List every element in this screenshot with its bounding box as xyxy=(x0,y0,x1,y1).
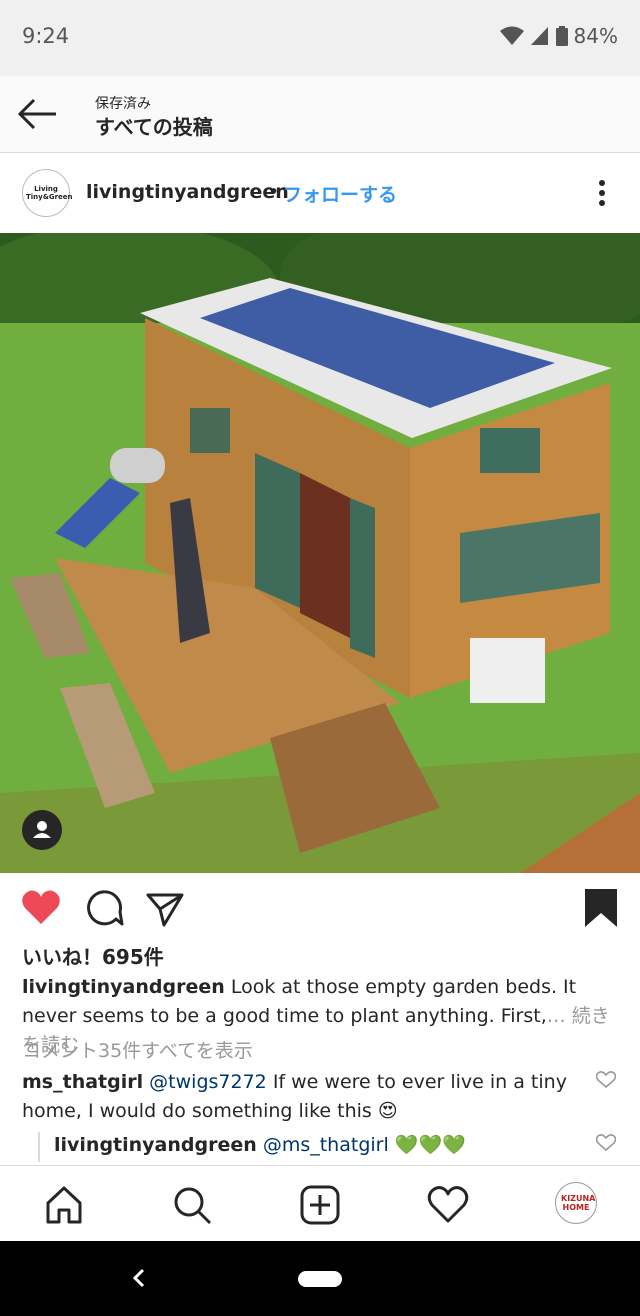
comment-like-heart-icon[interactable] xyxy=(596,1071,616,1089)
comment-item: ms_thatgirl @twigs7272 If we were to eve… xyxy=(22,1068,582,1126)
battery-percent: 84% xyxy=(573,24,618,48)
caption-username[interactable]: livingtinyandgreen xyxy=(22,976,225,998)
wifi-icon xyxy=(499,26,524,45)
more-options-icon[interactable] xyxy=(590,175,614,211)
share-icon[interactable] xyxy=(144,887,186,929)
activity-heart-icon[interactable] xyxy=(427,1184,469,1226)
comment-username[interactable]: ms_thatgirl xyxy=(22,1071,143,1093)
battery-icon xyxy=(555,26,568,46)
comment-text: 💚💚💚 xyxy=(394,1134,466,1156)
comment-icon[interactable] xyxy=(83,887,125,929)
home-pill-button[interactable] xyxy=(298,1271,342,1287)
post-photo[interactable] xyxy=(0,233,640,873)
like-count[interactable]: いいね！695件 xyxy=(22,941,164,970)
comment-like-heart-icon[interactable] xyxy=(596,1134,616,1152)
view-all-comments-link[interactable]: コメント35件すべてを表示 xyxy=(22,1036,253,1063)
tiny-house-photo xyxy=(0,233,640,873)
home-icon[interactable] xyxy=(43,1184,85,1226)
liked-heart-icon[interactable] xyxy=(20,887,62,929)
status-time: 9:24 xyxy=(22,24,70,48)
page-title: すべての投稿 xyxy=(95,115,213,139)
bottom-navigation: KIZUNA HOME xyxy=(0,1165,640,1242)
comment-reply-item: livingtinyandgreen @ms_thatgirl 💚💚💚 xyxy=(54,1131,584,1160)
post-actions xyxy=(0,873,640,943)
post-avatar[interactable]: Living Tiny&Green xyxy=(22,169,73,217)
back-arrow-icon[interactable] xyxy=(14,92,60,136)
header-subtitle: 保存済み xyxy=(95,96,151,112)
profile-avatar[interactable]: KIZUNA HOME xyxy=(555,1182,597,1224)
post-header: Living Tiny&Green livingtinyandgreen • フ… xyxy=(0,153,640,233)
top-header: 保存済み すべての投稿 xyxy=(0,76,640,153)
post-avatar-logo-text: Living Tiny&Green xyxy=(26,185,73,201)
comment-mention[interactable]: @ms_thatgirl xyxy=(263,1134,389,1156)
person-icon xyxy=(33,821,51,838)
system-navigation-bar xyxy=(0,1241,640,1316)
tagged-people-button[interactable] xyxy=(22,810,62,850)
search-icon[interactable] xyxy=(171,1184,213,1226)
separator-dot: • xyxy=(268,181,280,203)
profile-avatar-text: KIZUNA HOME xyxy=(561,1194,596,1212)
signal-icon xyxy=(530,27,548,45)
post-username[interactable]: livingtinyandgreen xyxy=(86,181,289,203)
comment-mention[interactable]: @twigs7272 xyxy=(149,1071,267,1093)
reply-indent-line xyxy=(38,1132,40,1162)
bookmark-saved-icon[interactable] xyxy=(580,887,622,929)
status-icons: 84% xyxy=(499,24,618,48)
follow-button[interactable]: フォローする xyxy=(283,180,397,207)
status-bar: 9:24 84% xyxy=(0,0,640,76)
new-post-icon[interactable] xyxy=(299,1184,341,1226)
system-back-icon[interactable] xyxy=(130,1267,148,1289)
comment-username[interactable]: livingtinyandgreen xyxy=(54,1134,257,1156)
